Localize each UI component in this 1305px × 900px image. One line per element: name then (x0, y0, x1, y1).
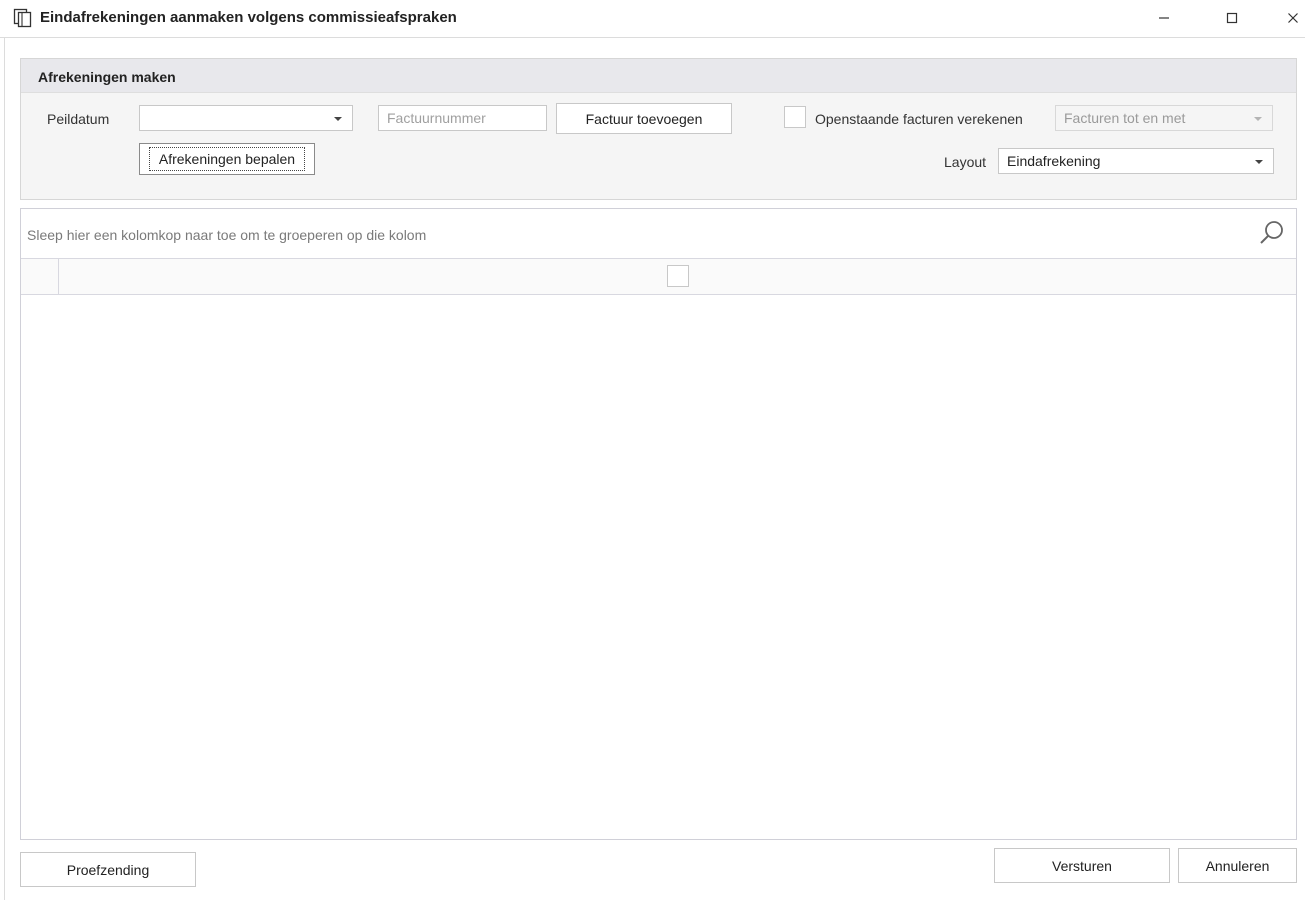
peildatum-label: Peildatum (47, 111, 110, 127)
group-by-panel[interactable]: Sleep hier een kolomkop naar toe om te g… (21, 209, 1296, 259)
chevron-down-icon (1255, 160, 1263, 164)
proefzending-button[interactable]: Proefzending (20, 852, 196, 887)
window-title: Eindafrekeningen aanmaken volgens commis… (40, 9, 457, 26)
facturen-tot-dropdown[interactable]: Facturen tot en met (1055, 105, 1273, 131)
grid-body[interactable] (21, 295, 1296, 839)
afrekeningen-panel: Afrekeningen maken Peildatum Factuur toe… (20, 58, 1297, 200)
row-indicator-header (21, 259, 59, 294)
afrekeningen-bepalen-button[interactable]: Afrekeningen bepalen (139, 143, 315, 175)
layout-dropdown[interactable]: Eindafrekening (998, 148, 1274, 174)
minimize-button[interactable] (1144, 4, 1184, 32)
column-header-row (21, 259, 1296, 295)
panel-header: Afrekeningen maken (21, 59, 1296, 93)
chevron-down-icon (334, 117, 342, 121)
close-icon (1288, 13, 1298, 23)
close-button[interactable] (1273, 4, 1305, 32)
annuleren-button[interactable]: Annuleren (1178, 848, 1297, 883)
title-bar: Eindafrekeningen aanmaken volgens commis… (0, 0, 1305, 38)
facturen-tot-value: Facturen tot en met (1064, 110, 1186, 126)
maximize-icon (1226, 12, 1238, 24)
afrekeningen-bepalen-label: Afrekeningen bepalen (148, 147, 306, 171)
openstaande-facturen-label: Openstaande facturen verekenen (815, 111, 1023, 127)
copy-documents-icon (13, 8, 32, 28)
peildatum-date-picker[interactable] (139, 105, 353, 131)
search-icon[interactable] (1258, 219, 1286, 247)
afrekeningen-grid: Sleep hier een kolomkop naar toe om te g… (20, 208, 1297, 840)
factuur-toevoegen-button[interactable]: Factuur toevoegen (556, 103, 732, 134)
panel-title: Afrekeningen maken (38, 69, 176, 85)
layout-label: Layout (944, 154, 987, 170)
chevron-down-icon (1254, 117, 1262, 121)
factuurnummer-field[interactable] (379, 106, 546, 130)
select-all-checkbox[interactable] (667, 265, 689, 287)
layout-value: Eindafrekening (1007, 153, 1101, 169)
versturen-button[interactable]: Versturen (994, 848, 1170, 883)
maximize-button[interactable] (1212, 4, 1252, 32)
openstaande-facturen-checkbox[interactable] (784, 106, 806, 128)
group-by-hint: Sleep hier een kolomkop naar toe om te g… (27, 227, 427, 243)
minimize-icon (1159, 17, 1169, 19)
factuurnummer-input[interactable] (378, 105, 547, 131)
